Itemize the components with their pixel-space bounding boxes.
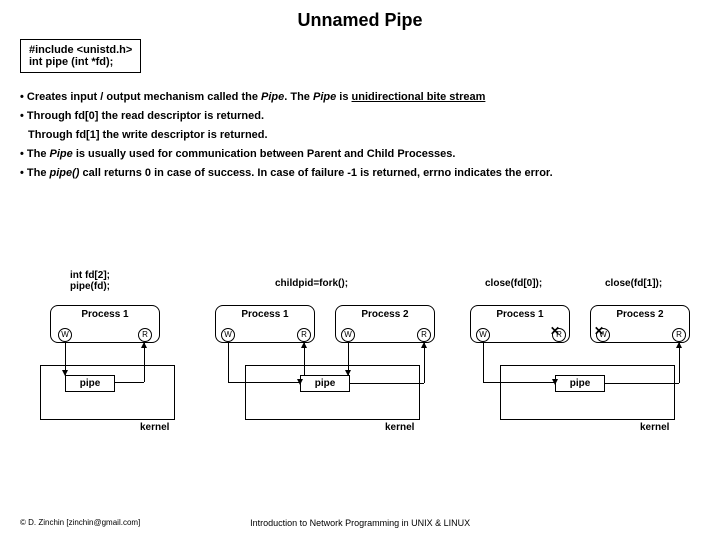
r-node: R	[138, 328, 152, 342]
bullet-3: • The Pipe is usually used for communica…	[20, 148, 700, 160]
code-line-2: int pipe (int *fd);	[29, 56, 132, 68]
footer-left: © D. Zinchin [zinchin@gmail.com]	[20, 518, 140, 528]
text: int fd[2];	[70, 270, 110, 281]
bullet-2: • Through fd[0] the read descriptor is r…	[20, 110, 700, 122]
w-node: W	[476, 328, 490, 342]
text-em: Pipe	[50, 148, 73, 160]
text: call returns 0 in case of success. In ca…	[79, 167, 552, 179]
bullet-2-sub: Through fd[1] the write descriptor is re…	[28, 129, 700, 141]
page-title: Unnamed Pipe	[20, 10, 700, 31]
kernel-box	[40, 365, 175, 420]
text-em: pipe()	[50, 167, 80, 179]
text: is	[336, 91, 351, 103]
d3-code-1: close(fd[0]);	[485, 278, 542, 289]
kernel-label: kernel	[140, 422, 169, 433]
kernel-label: kernel	[640, 422, 669, 433]
text: pipe(fd);	[70, 281, 110, 292]
text-em: Pipe	[313, 91, 336, 103]
kernel-box	[245, 365, 420, 420]
text: • Creates input / output mechanism calle…	[20, 91, 261, 103]
footer: © D. Zinchin [zinchin@gmail.com] Introdu…	[20, 518, 700, 528]
kernel-box	[500, 365, 675, 420]
diagram-3: close(fd[0]); close(fd[1]); Process 1 Pr…	[470, 270, 710, 450]
code-box: #include <unistd.h> int pipe (int *fd);	[20, 39, 141, 73]
r-node: R	[672, 328, 686, 342]
process-label: Process 2	[591, 309, 689, 320]
text: • The	[20, 148, 50, 160]
diagram-1: int fd[2]; pipe(fd); Process 1 W R pipe …	[40, 270, 190, 450]
text: is usually used for communication betwee…	[73, 148, 456, 160]
bullet-4: • The pipe() call returns 0 in case of s…	[20, 167, 700, 179]
process-label: Process 1	[51, 309, 159, 320]
text: • The	[20, 167, 50, 179]
w-node: W	[341, 328, 355, 342]
pipe-box: pipe	[555, 375, 605, 392]
process-label: Process 1	[471, 309, 569, 320]
text: . The	[284, 91, 313, 103]
d1-code: int fd[2]; pipe(fd);	[70, 270, 110, 292]
r-node: R	[417, 328, 431, 342]
process-label: Process 2	[336, 309, 434, 320]
process-label: Process 1	[216, 309, 314, 320]
text-underline: unidirectional bite stream	[352, 91, 486, 103]
text-em: Pipe	[261, 91, 284, 103]
bullet-1: • Creates input / output mechanism calle…	[20, 91, 700, 103]
pipe-box: pipe	[300, 375, 350, 392]
diagram-area: int fd[2]; pipe(fd); Process 1 W R pipe …	[0, 270, 720, 470]
r-node: R	[297, 328, 311, 342]
bullet-list: • Creates input / output mechanism calle…	[20, 91, 700, 179]
d2-code: childpid=fork();	[275, 278, 348, 289]
kernel-label: kernel	[385, 422, 414, 433]
footer-center: Introduction to Network Programming in U…	[140, 518, 580, 528]
d3-code-2: close(fd[1]);	[605, 278, 662, 289]
w-node: W	[58, 328, 72, 342]
code-line-1: #include <unistd.h>	[29, 44, 132, 56]
diagram-2: childpid=fork(); Process 1 Process 2 W R…	[215, 270, 455, 450]
w-node: W	[221, 328, 235, 342]
pipe-box: pipe	[65, 375, 115, 392]
